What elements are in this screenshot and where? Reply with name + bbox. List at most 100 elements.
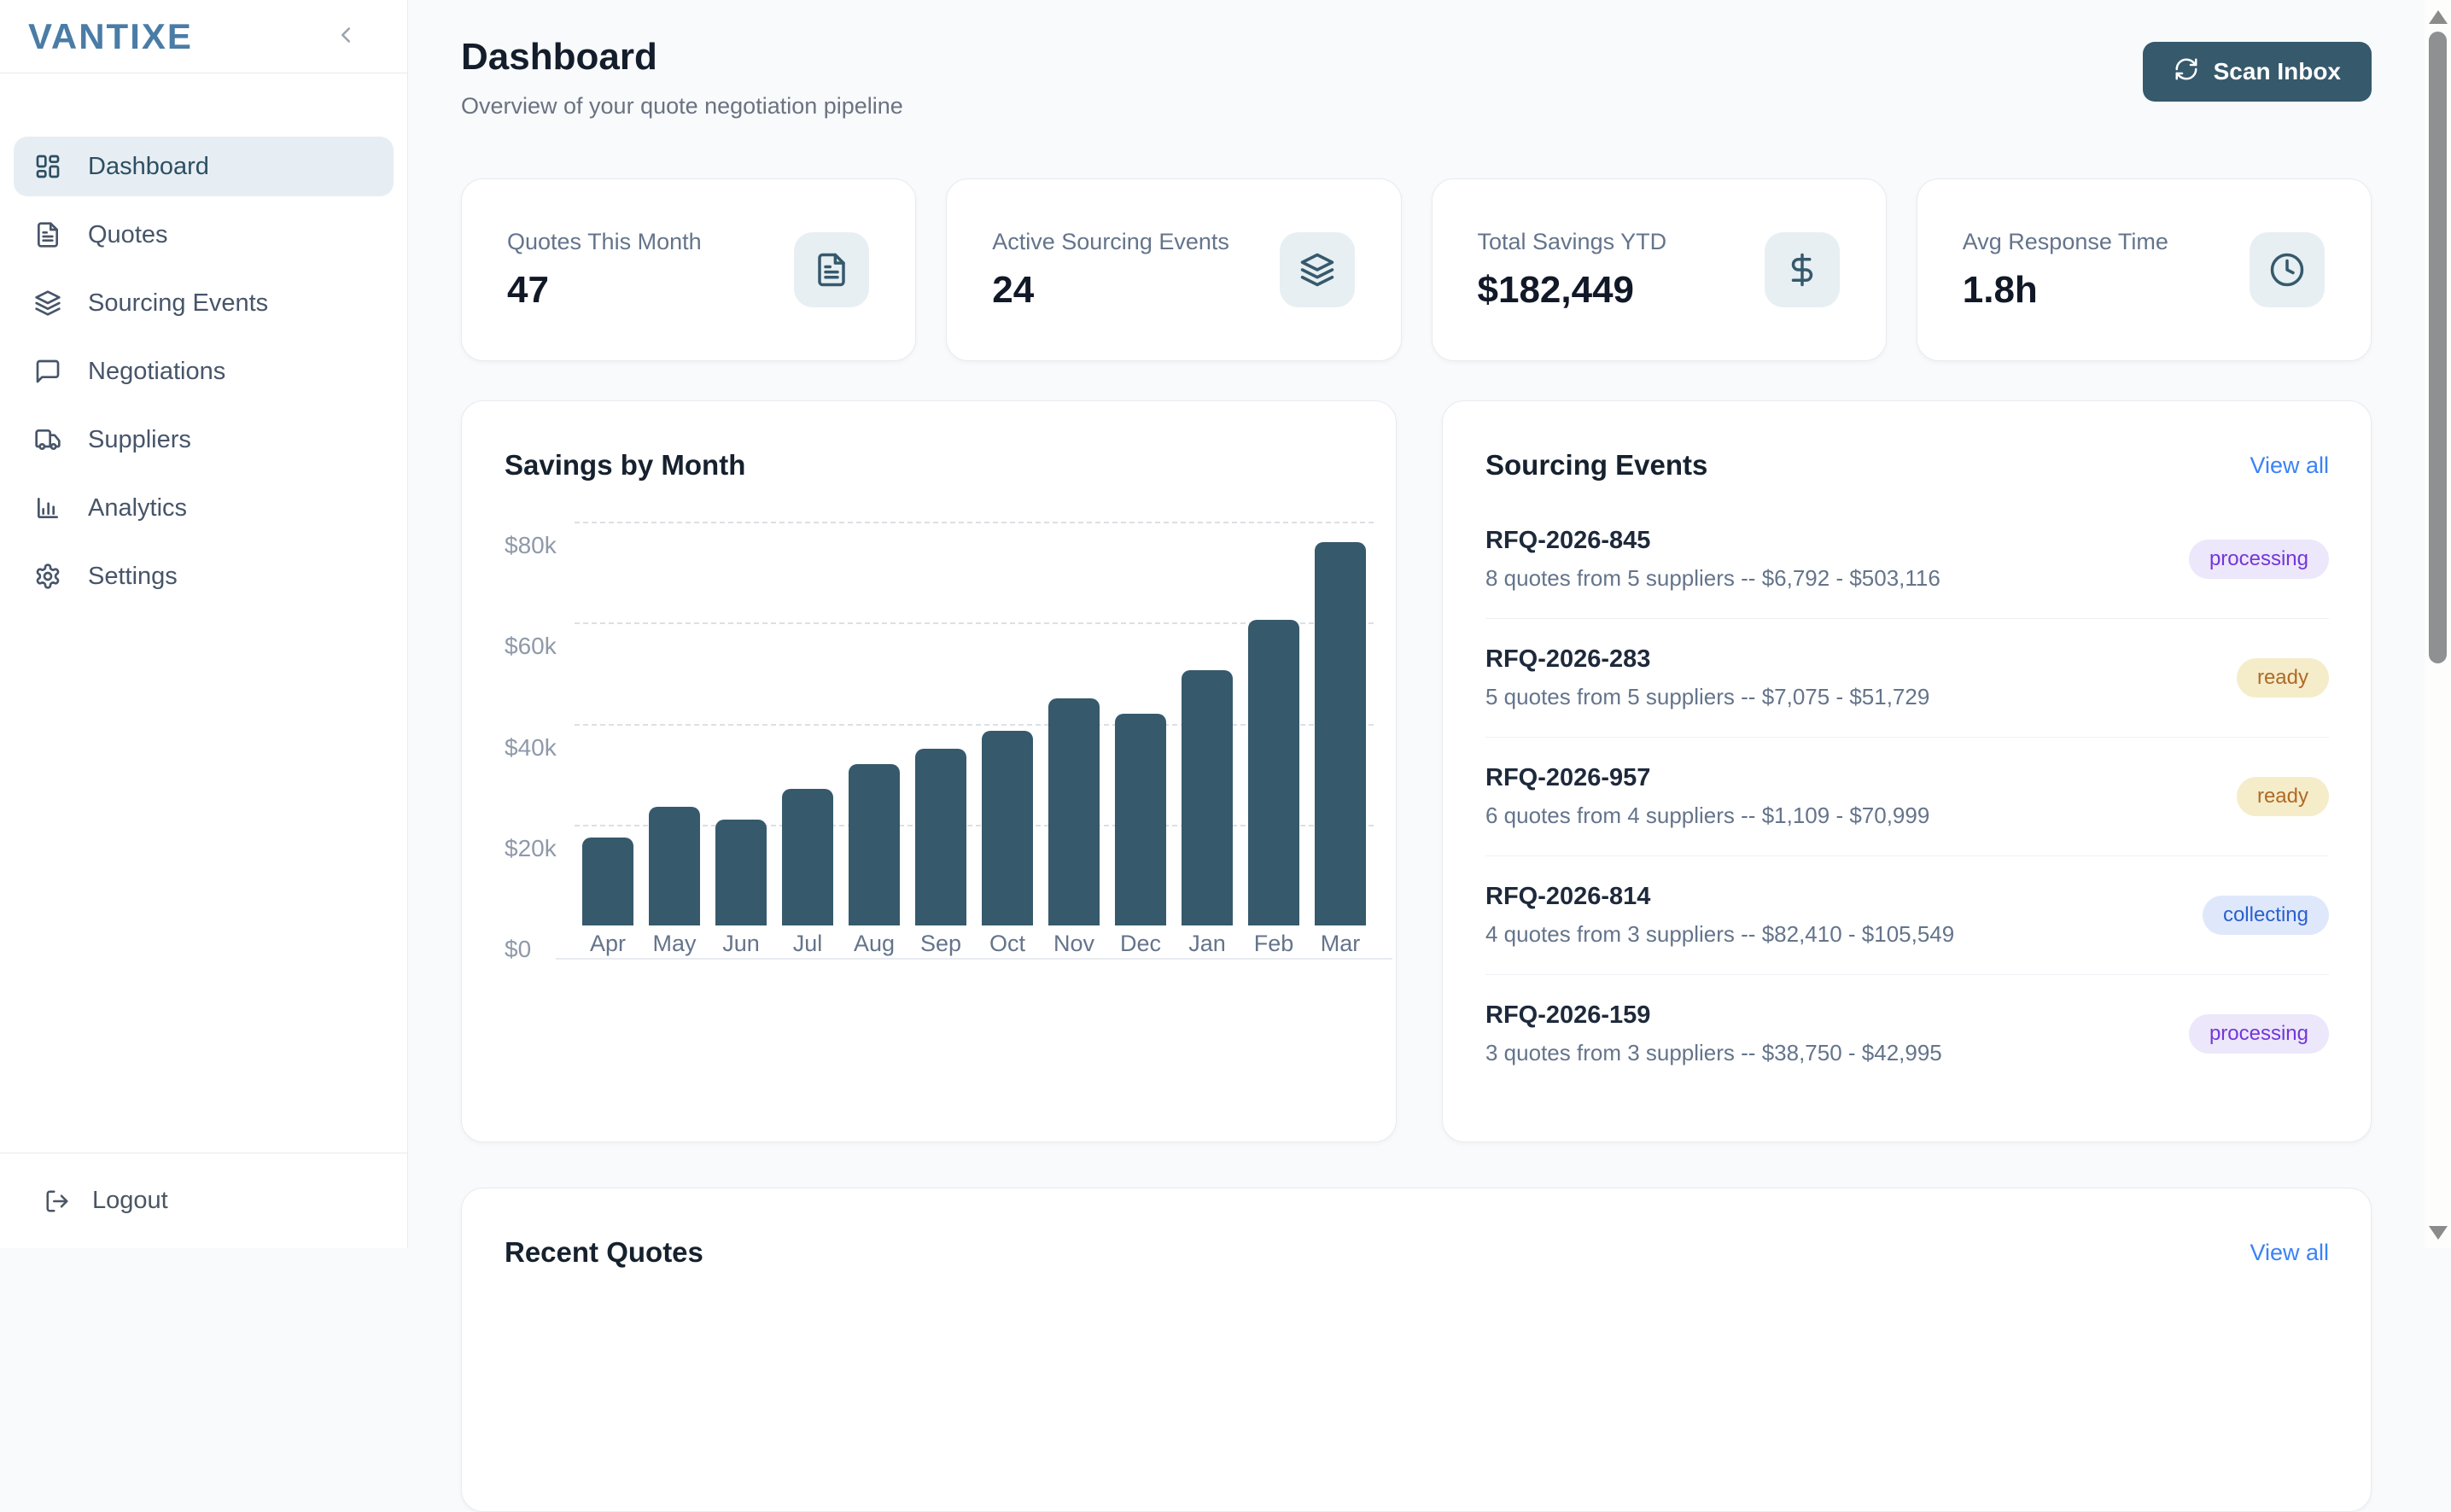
stats-row: Quotes This Month 47 Active Sourcing Eve… [461, 178, 2372, 361]
chart-title: Savings by Month [505, 449, 745, 482]
stat-label: Active Sourcing Events [992, 229, 1229, 255]
main-content: Dashboard Overview of your quote negotia… [408, 0, 2425, 1248]
scan-inbox-button[interactable]: Scan Inbox [2143, 42, 2372, 102]
event-detail: 8 quotes from 5 suppliers -- $6,792 - $5… [1485, 565, 1940, 592]
page-title: Dashboard [461, 36, 903, 79]
event-id: RFQ-2026-159 [1485, 1001, 1942, 1030]
x-tick-apr: Apr [575, 931, 641, 957]
x-axis-line [556, 958, 1392, 960]
message-square-icon [34, 358, 61, 385]
bar-may [649, 807, 700, 925]
stat-label: Quotes This Month [507, 229, 702, 255]
x-tick-dec: Dec [1107, 931, 1174, 957]
event-id: RFQ-2026-283 [1485, 645, 1929, 674]
x-tick-aug: Aug [841, 931, 907, 957]
x-tick-jun: Jun [708, 931, 774, 957]
sidebar-nav: Dashboard Quotes Sourcing Events Negotia… [0, 73, 407, 606]
logout-button[interactable]: Logout [0, 1187, 168, 1215]
scan-inbox-label: Scan Inbox [2214, 58, 2341, 85]
y-axis-tick: $40k [505, 734, 557, 762]
bar-dec [1115, 714, 1166, 925]
x-tick-may: May [641, 931, 708, 957]
x-tick-jan: Jan [1174, 931, 1240, 957]
sidebar-header: VANTIXE [0, 0, 407, 73]
truck-icon [34, 426, 61, 453]
sidebar-item-negotiations[interactable]: Negotiations [14, 342, 394, 401]
chevron-left-icon [333, 22, 359, 50]
event-detail: 3 quotes from 3 suppliers -- $38,750 - $… [1485, 1040, 1942, 1066]
page-subtitle: Overview of your quote negotiation pipel… [461, 93, 903, 120]
recent-quotes-card: Recent Quotes View all [461, 1188, 2372, 1512]
x-tick-nov: Nov [1041, 931, 1107, 957]
scrollbar-up-arrow[interactable] [2429, 10, 2448, 24]
sourcing-event-row-rfq-2026-283[interactable]: RFQ-2026-283 5 quotes from 5 suppliers -… [1485, 619, 2329, 738]
x-axis-labels: AprMayJunJulAugSepOctNovDecJanFebMar [575, 931, 1374, 957]
recent-quotes-title: Recent Quotes [505, 1236, 703, 1269]
clock-icon [2250, 232, 2325, 307]
sidebar: VANTIXE Dashboard Quotes Sourcing Events… [0, 0, 408, 1248]
event-detail: 4 quotes from 3 suppliers -- $82,410 - $… [1485, 921, 1954, 948]
sourcing-event-row-rfq-2026-845[interactable]: RFQ-2026-845 8 quotes from 5 suppliers -… [1485, 500, 2329, 619]
stat-card-total-savings-ytd: Total Savings YTD $182,449 [1432, 178, 1887, 361]
status-badge: collecting [2203, 896, 2329, 935]
layers-icon [34, 289, 61, 317]
sidebar-item-dashboard[interactable]: Dashboard [14, 137, 394, 196]
sidebar-item-settings[interactable]: Settings [14, 546, 394, 606]
sourcing-event-row-rfq-2026-159[interactable]: RFQ-2026-159 3 quotes from 3 suppliers -… [1485, 975, 2329, 1093]
recent-quotes-view-all-link[interactable]: View all [2250, 1240, 2329, 1266]
x-tick-mar: Mar [1307, 931, 1374, 957]
bar-chart-icon [34, 494, 61, 522]
sourcing-events-header: Sourcing Events View all [1443, 401, 2371, 482]
y-axis-tick: $0 [505, 936, 531, 963]
bar-mar [1315, 542, 1366, 925]
scrollbar-down-arrow[interactable] [2429, 1226, 2448, 1240]
bar-jan [1182, 670, 1233, 925]
event-id: RFQ-2026-957 [1485, 764, 1929, 792]
refresh-icon [2174, 56, 2199, 88]
bar-oct [982, 731, 1033, 925]
gear-icon [34, 563, 61, 590]
bar-chart-plot [575, 522, 1374, 925]
stat-value: 1.8h [1963, 269, 2168, 312]
event-detail: 5 quotes from 5 suppliers -- $7,075 - $5… [1485, 684, 1929, 710]
x-tick-feb: Feb [1240, 931, 1307, 957]
bars [575, 522, 1374, 925]
sourcing-event-row-rfq-2026-814[interactable]: RFQ-2026-814 4 quotes from 3 suppliers -… [1485, 856, 2329, 975]
scrollbar-thumb[interactable] [2429, 32, 2447, 663]
bar-apr [582, 838, 633, 925]
sidebar-footer: Logout [0, 1153, 407, 1248]
app-logo: VANTIXE [28, 16, 193, 57]
sidebar-item-sourcing-events[interactable]: Sourcing Events [14, 273, 394, 333]
chart-header: Savings by Month [462, 401, 1396, 482]
sourcing-events-view-all-link[interactable]: View all [2250, 452, 2329, 479]
sourcing-event-row-rfq-2026-957[interactable]: RFQ-2026-957 6 quotes from 4 suppliers -… [1485, 738, 2329, 856]
dollar-icon [1765, 232, 1840, 307]
file-text-icon [34, 221, 61, 248]
stat-card-quotes-this-month: Quotes This Month 47 [461, 178, 916, 361]
bar-jul [782, 789, 833, 925]
sidebar-collapse-button[interactable] [329, 20, 363, 54]
status-badge: processing [2189, 540, 2329, 579]
stat-value: 24 [992, 269, 1229, 312]
file-text-icon [794, 232, 869, 307]
sourcing-events-card: Sourcing Events View all RFQ-2026-845 8 … [1442, 400, 2372, 1142]
sidebar-item-analytics[interactable]: Analytics [14, 478, 394, 538]
event-id: RFQ-2026-845 [1485, 527, 1940, 555]
sidebar-item-quotes[interactable]: Quotes [14, 205, 394, 265]
stat-card-active-sourcing-events: Active Sourcing Events 24 [946, 178, 1401, 361]
page-header: Dashboard Overview of your quote negotia… [461, 36, 903, 120]
sourcing-events-list: RFQ-2026-845 8 quotes from 5 suppliers -… [1485, 500, 2329, 1093]
status-badge: processing [2189, 1014, 2329, 1054]
stat-value: $182,449 [1478, 269, 1667, 312]
logout-icon [44, 1188, 70, 1214]
stat-label: Total Savings YTD [1478, 229, 1667, 255]
bar-feb [1248, 620, 1299, 925]
sidebar-item-suppliers[interactable]: Suppliers [14, 410, 394, 470]
bar-aug [849, 764, 900, 925]
stat-label: Avg Response Time [1963, 229, 2168, 255]
recent-quotes-header: Recent Quotes View all [462, 1188, 2371, 1269]
y-axis-tick: $80k [505, 532, 557, 559]
savings-chart-card: Savings by Month AprMayJunJulAugSepOctNo… [461, 400, 1397, 1142]
bar-jun [715, 820, 767, 925]
layers-icon [1280, 232, 1355, 307]
